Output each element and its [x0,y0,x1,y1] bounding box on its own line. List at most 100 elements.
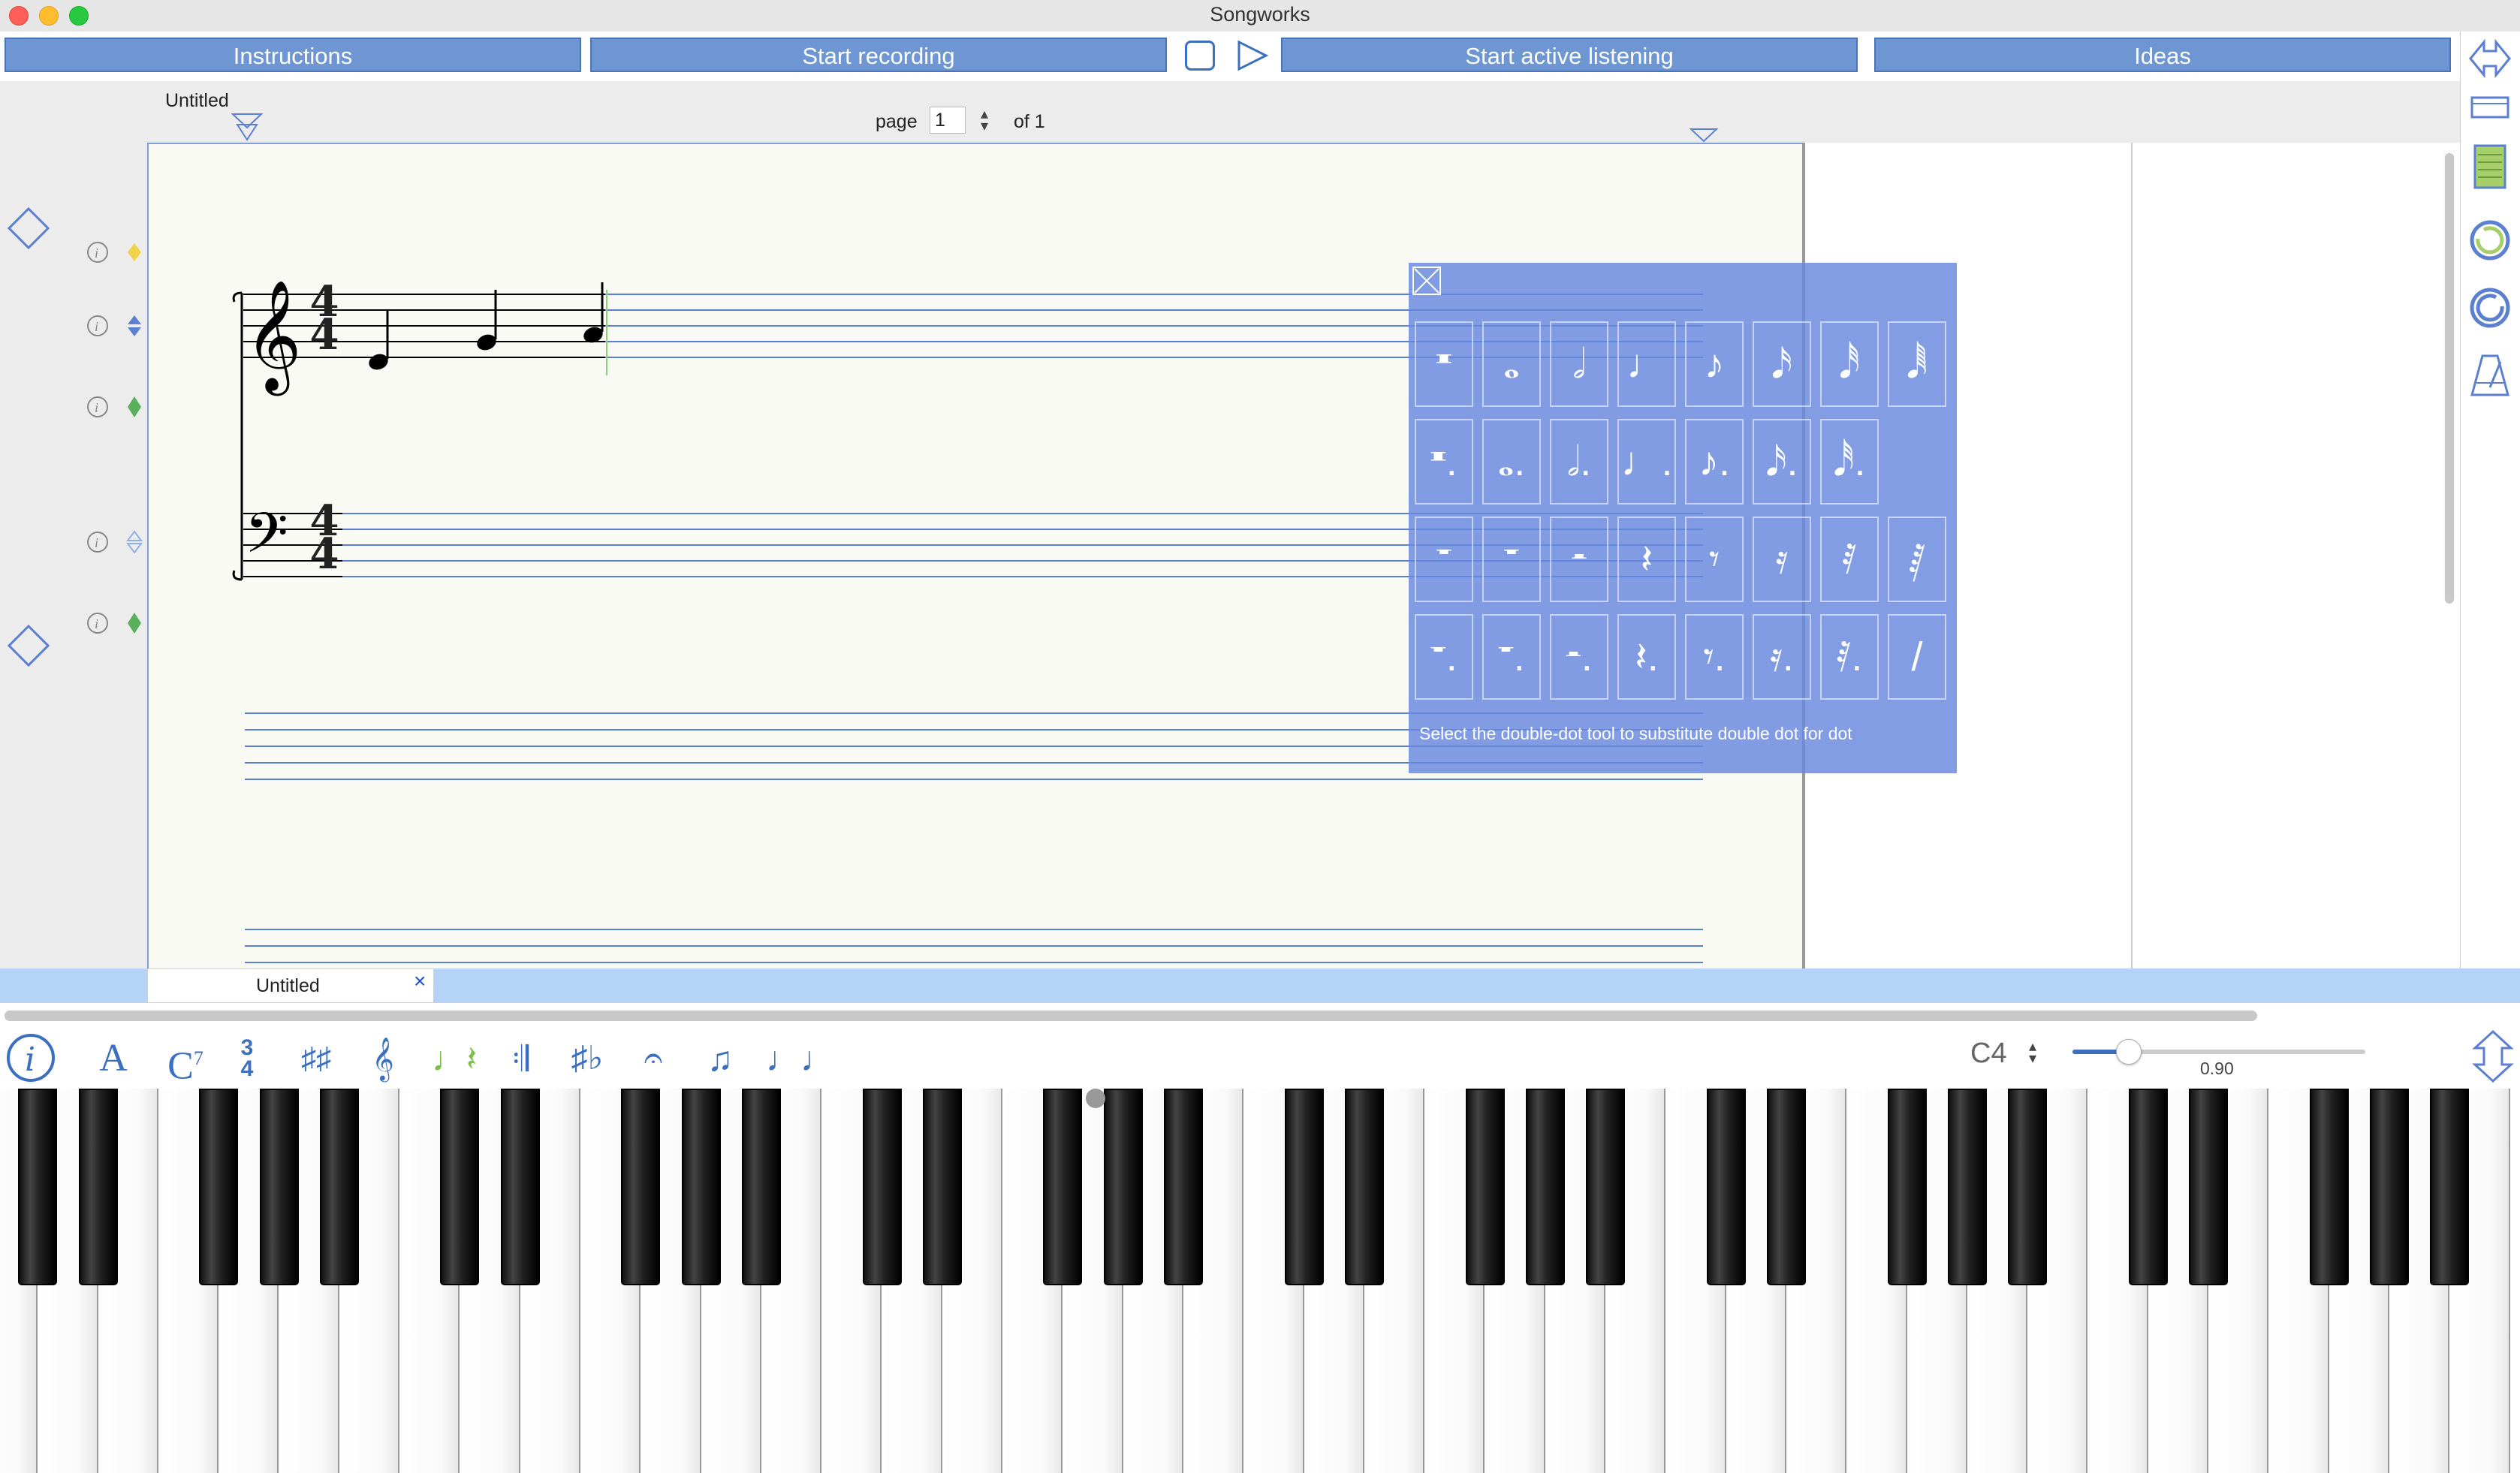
black-key[interactable] [1103,1089,1143,1285]
pitch-stepper-icon[interactable]: ▴ ▾ [2029,1039,2036,1066]
black-key[interactable] [199,1089,239,1285]
document-tab[interactable]: Untitled × [147,968,434,1003]
thirty-second-dotted-rest-icon[interactable]: 𝅀. [1820,614,1879,700]
whole-note-icon[interactable]: 𝅝 [1482,321,1541,407]
staff-group-diamond-icon[interactable] [0,203,53,255]
quarter-dotted-note-icon[interactable]: ♩. [1617,419,1676,505]
chord-icon[interactable]: C7 [159,1036,212,1087]
page-view-icon[interactable] [2469,93,2511,123]
black-key[interactable] [1887,1089,1927,1285]
resize-keyboard-icon[interactable] [2470,1030,2515,1083]
clef-icon[interactable]: 𝄞 [368,1036,398,1081]
horizontal-scroll-thumb[interactable] [5,1011,2257,1021]
sixty-fourth-note-icon[interactable]: 𝅘𝅥𝅱 [1888,321,1946,407]
black-key[interactable] [319,1089,359,1285]
black-key[interactable] [1586,1089,1626,1285]
staff-info-icon[interactable]: i [78,239,150,266]
instructions-button[interactable]: Instructions [5,38,581,72]
velocity-slider[interactable] [2072,1039,2365,1065]
piano-keyboard[interactable] [0,1089,2520,1473]
vertical-scrollbar[interactable] [2443,150,2455,604]
start-active-listening-button[interactable]: Start active listening [1281,38,1858,72]
whole-dotted-note-icon[interactable]: 𝅝. [1482,419,1541,505]
staff-group-diamond-icon[interactable] [0,620,53,673]
play-icon[interactable] [1236,39,1269,72]
black-key[interactable] [862,1089,902,1285]
undo-icon[interactable] [2467,218,2512,263]
text-icon[interactable]: A [95,1036,132,1081]
black-key[interactable] [1767,1089,1806,1285]
staff-info-icon[interactable]: i [78,393,150,420]
page-stepper-icon[interactable]: ▴ ▾ [981,107,988,134]
double-dot-tool-icon[interactable]: / [1888,614,1946,700]
note-rest-icon[interactable]: ♩𝄽 [428,1036,481,1081]
staff-info-icon[interactable]: i [78,312,150,339]
half-rest-icon[interactable]: 𝄼 [1550,517,1608,602]
sixteenth-note-icon[interactable]: 𝅘𝅥𝅯 [1753,321,1811,407]
eighth-rest-icon[interactable]: 𝄾 [1685,517,1744,602]
sixty-fourth-rest-icon[interactable]: 𝅁 [1888,517,1946,602]
black-key[interactable] [2309,1089,2349,1285]
black-key[interactable] [2189,1089,2229,1285]
thirty-second-note-icon[interactable]: 𝅘𝅥𝅰 [1820,321,1879,407]
black-key[interactable] [259,1089,299,1285]
black-key[interactable] [1344,1089,1384,1285]
page-number-field[interactable]: 1 [930,107,966,134]
black-key[interactable] [2008,1089,2048,1285]
ideas-button[interactable]: Ideas [1874,38,2451,72]
breve-dotted-note-icon[interactable]: 𝄺. [1415,419,1473,505]
black-key[interactable] [922,1089,962,1285]
fermata-icon[interactable]: 𝄐 [631,1036,676,1081]
vertical-scroll-thumb[interactable] [2445,153,2454,604]
close-tab-icon[interactable]: × [414,969,426,993]
black-key[interactable] [18,1089,58,1285]
black-key[interactable] [2370,1089,2409,1285]
quarter-dotted-rest-icon[interactable]: 𝄽. [1617,614,1676,700]
breve-note-icon[interactable]: 𝄺 [1415,321,1473,407]
black-key[interactable] [681,1089,721,1285]
black-key[interactable] [1284,1089,1324,1285]
black-key[interactable] [2128,1089,2168,1285]
treble-time-signature[interactable]: 4 4 [309,281,339,356]
velocity-slider-knob[interactable] [2116,1039,2142,1065]
breve-dotted-rest-icon[interactable]: 𝄻. [1415,614,1473,700]
sixteenth-dotted-rest-icon[interactable]: 𝄿. [1753,614,1811,700]
eighth-note-icon[interactable]: ♪ [1685,321,1744,407]
tie-icon[interactable]: ♩♩ [766,1036,835,1081]
eighth-dotted-note-icon[interactable]: ♪. [1685,419,1744,505]
metronome-icon[interactable] [2469,353,2511,398]
eighth-dotted-rest-icon[interactable]: 𝄾. [1685,614,1744,700]
half-note-icon[interactable]: 𝅗𝅥 [1550,321,1608,407]
whole-dotted-rest-icon[interactable]: 𝄻. [1482,614,1541,700]
staff-info-icon[interactable]: i [78,610,150,637]
barline-icon[interactable]: 𝄇 [502,1036,539,1081]
beam-icon[interactable]: ♫ [694,1036,746,1081]
whole-rest-icon[interactable]: 𝄻 [1482,517,1541,602]
sixteenth-dotted-note-icon[interactable]: 𝅘𝅥𝅯. [1753,419,1811,505]
left-margin-marker-icon[interactable] [231,113,264,143]
black-key[interactable] [1947,1089,1987,1285]
half-dotted-rest-icon[interactable]: 𝄼. [1550,614,1608,700]
key-signature-icon[interactable]: ♯♯ [297,1036,335,1081]
black-key[interactable] [1043,1089,1083,1285]
stop-icon[interactable] [1185,41,1215,71]
black-key[interactable] [500,1089,540,1285]
info-icon[interactable]: i [5,1032,57,1084]
sixteenth-rest-icon[interactable]: 𝄿 [1753,517,1811,602]
breve-rest-icon[interactable]: 𝄻 [1415,517,1473,602]
black-key[interactable] [78,1089,118,1285]
start-recording-button[interactable]: Start recording [590,38,1167,72]
thirty-second-dotted-note-icon[interactable]: 𝅘𝅥𝅰. [1820,419,1879,505]
black-key[interactable] [1525,1089,1565,1285]
black-key[interactable] [1465,1089,1505,1285]
bass-time-signature[interactable]: 4 4 [309,500,339,575]
quarter-rest-icon[interactable]: 𝄽 [1617,517,1676,602]
black-key[interactable] [621,1089,661,1285]
quarter-note-icon[interactable]: ♩ [1617,321,1676,407]
right-margin-marker-icon[interactable] [1690,128,1720,144]
score-view-icon[interactable] [2472,143,2508,191]
half-dotted-note-icon[interactable]: 𝅗𝅥. [1550,419,1608,505]
black-key[interactable] [1706,1089,1746,1285]
black-key[interactable] [2430,1089,2470,1285]
thirty-second-rest-icon[interactable]: 𝅀 [1820,517,1879,602]
